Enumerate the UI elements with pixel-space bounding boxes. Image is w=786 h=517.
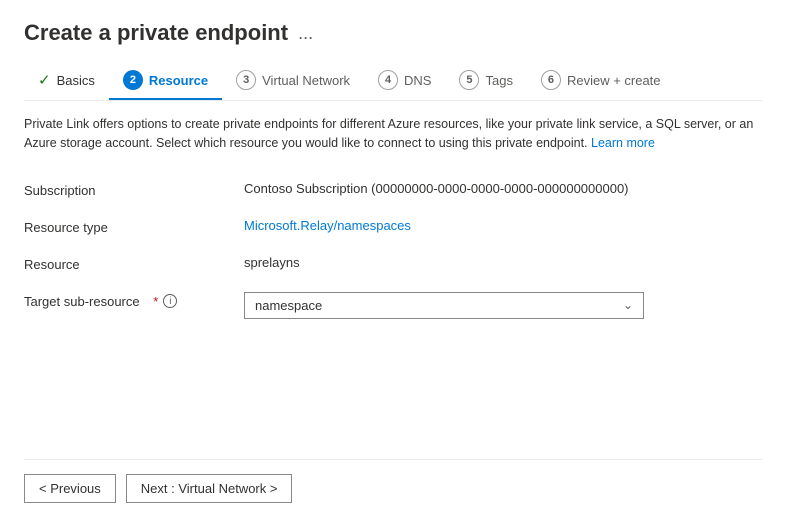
wizard-tabs: ✓ Basics 2 Resource 3 Virtual Network 4 …	[24, 62, 762, 101]
tab-resource-label: Resource	[149, 73, 208, 88]
footer: < Previous Next : Virtual Network >	[24, 459, 762, 517]
tab-dns-number: 4	[378, 70, 398, 90]
tab-dns[interactable]: 4 DNS	[364, 62, 445, 100]
form-section: Subscription Contoso Subscription (00000…	[24, 171, 762, 329]
subscription-row: Subscription Contoso Subscription (00000…	[24, 171, 762, 208]
target-sub-resource-label: Target sub-resource * i	[24, 292, 244, 309]
tab-review-create-number: 6	[541, 70, 561, 90]
resource-value: sprelayns	[244, 255, 300, 270]
tab-resource[interactable]: 2 Resource	[109, 62, 222, 100]
dropdown-value: namespace	[255, 298, 322, 313]
chevron-down-icon: ⌄	[623, 298, 633, 312]
tab-tags-label: Tags	[485, 73, 512, 88]
page-title: Create a private endpoint	[24, 20, 288, 46]
tab-virtual-network-number: 3	[236, 70, 256, 90]
tab-virtual-network[interactable]: 3 Virtual Network	[222, 62, 364, 100]
required-indicator: *	[153, 294, 158, 309]
target-sub-resource-row: Target sub-resource * i namespace ⌄	[24, 282, 762, 329]
tab-basics[interactable]: ✓ Basics	[24, 63, 109, 99]
tab-tags[interactable]: 5 Tags	[445, 62, 526, 100]
subscription-label: Subscription	[24, 181, 244, 198]
tab-review-create[interactable]: 6 Review + create	[527, 62, 675, 100]
description-text: Private Link offers options to create pr…	[24, 115, 762, 153]
resource-type-row: Resource type Microsoft.Relay/namespaces	[24, 208, 762, 245]
resource-row: Resource sprelayns	[24, 245, 762, 282]
info-icon[interactable]: i	[163, 294, 177, 308]
ellipsis-menu-icon[interactable]: ...	[298, 23, 313, 44]
check-icon: ✓	[38, 71, 51, 89]
tab-virtual-network-label: Virtual Network	[262, 73, 350, 88]
learn-more-link[interactable]: Learn more	[591, 136, 655, 150]
target-sub-resource-dropdown[interactable]: namespace ⌄	[244, 292, 644, 319]
resource-type-value[interactable]: Microsoft.Relay/namespaces	[244, 218, 411, 233]
tab-resource-number: 2	[123, 70, 143, 90]
tab-tags-number: 5	[459, 70, 479, 90]
resource-type-label: Resource type	[24, 218, 244, 235]
tab-review-create-label: Review + create	[567, 73, 661, 88]
subscription-value: Contoso Subscription (00000000-0000-0000…	[244, 181, 629, 196]
resource-label: Resource	[24, 255, 244, 272]
tab-dns-label: DNS	[404, 73, 431, 88]
next-button[interactable]: Next : Virtual Network >	[126, 474, 293, 503]
previous-button[interactable]: < Previous	[24, 474, 116, 503]
tab-basics-label: Basics	[57, 73, 95, 88]
